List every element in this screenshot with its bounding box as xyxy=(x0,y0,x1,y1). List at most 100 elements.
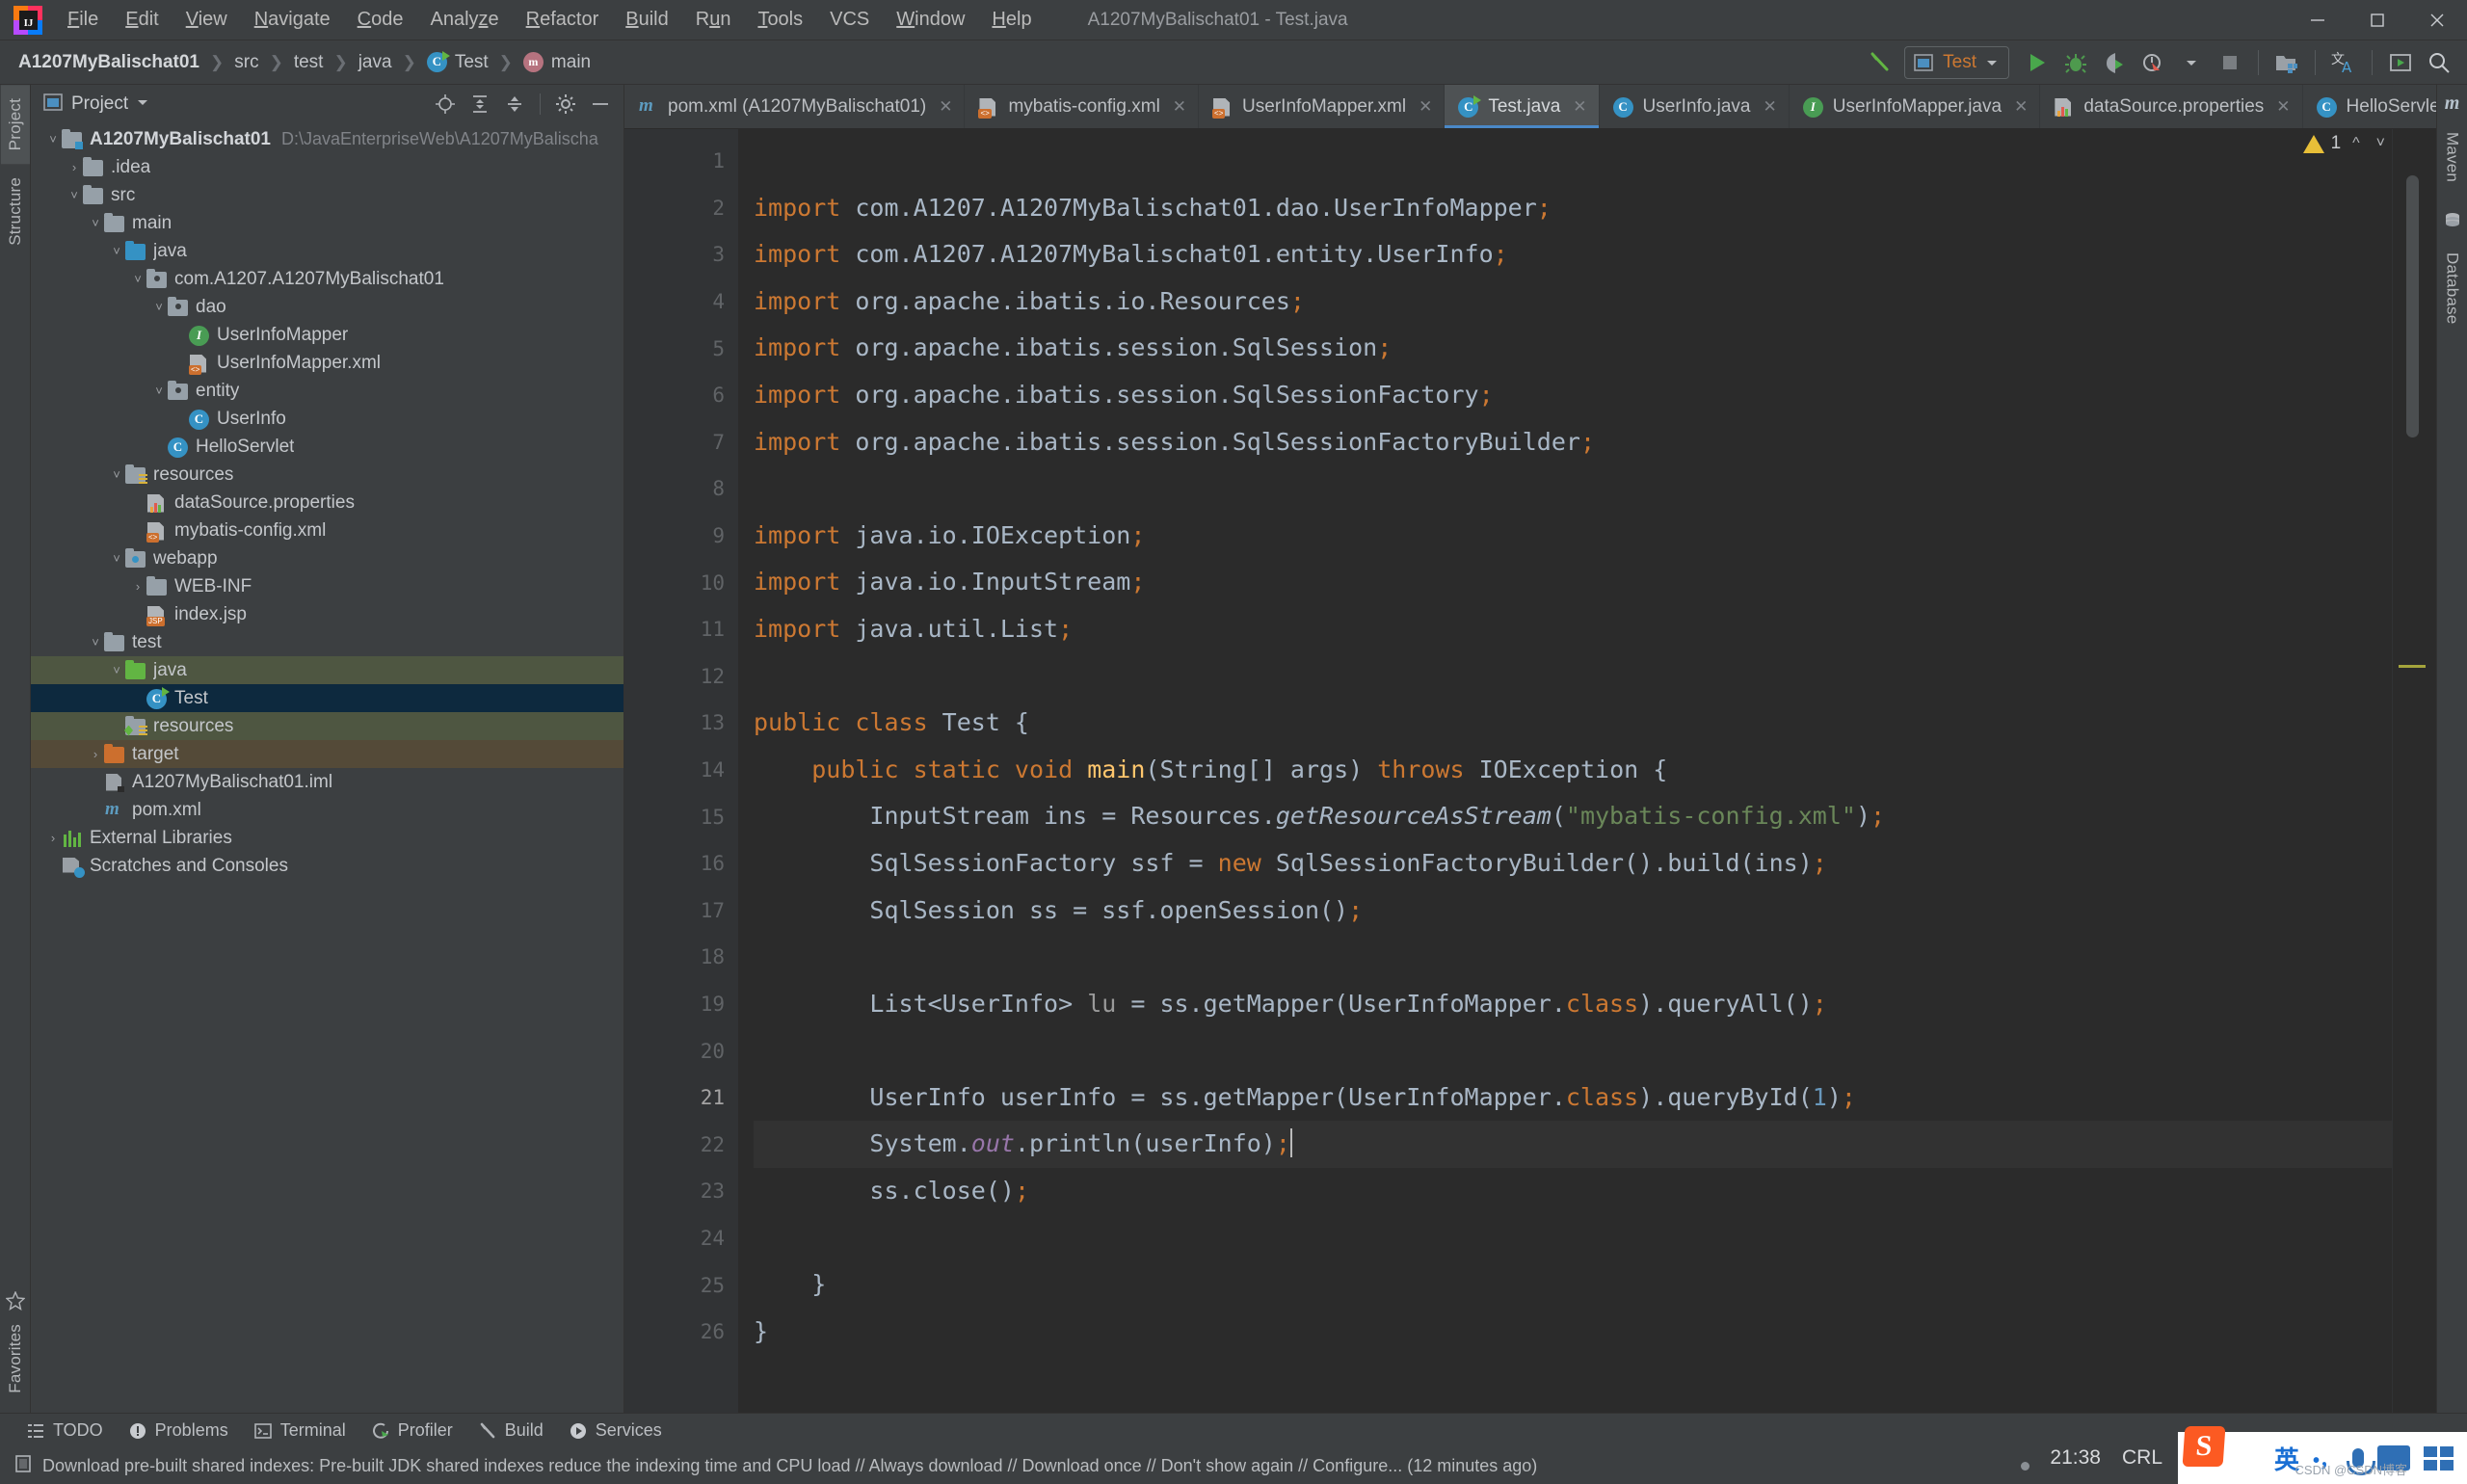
gutter-line[interactable]: 5 xyxy=(624,325,738,372)
tree-expand-arrow-icon[interactable]: ˅ xyxy=(66,189,83,201)
tree-item[interactable]: ˅ test xyxy=(31,628,623,656)
editor-tab[interactable]: <> mybatis-config.xml ✕ xyxy=(965,85,1200,128)
run-button[interactable] xyxy=(2019,44,2056,81)
tool-window-build[interactable]: Build xyxy=(465,1417,556,1444)
tree-expand-arrow-icon[interactable]: ˅ xyxy=(129,273,146,285)
tree-expand-arrow-icon[interactable]: ˅ xyxy=(108,664,125,676)
profile-dropdown-icon[interactable] xyxy=(2173,44,2210,81)
gutter-line[interactable]: 24⊟ xyxy=(624,1215,759,1262)
gutter-line[interactable]: 18 xyxy=(624,934,738,981)
tool-window-todo[interactable]: TODO xyxy=(13,1417,116,1444)
translate-icon[interactable]: 文A xyxy=(2325,44,2362,81)
gutter-line[interactable]: 22 xyxy=(624,1121,738,1168)
menu-view[interactable]: View xyxy=(172,5,241,35)
tree-item[interactable]: I UserInfoMapper xyxy=(31,321,623,349)
tool-window-project[interactable]: Project xyxy=(0,85,30,165)
scrollbar-thumb[interactable] xyxy=(2406,175,2419,437)
minimize-button[interactable] xyxy=(2288,0,2348,40)
tree-item[interactable]: dataSource.properties xyxy=(31,489,623,517)
tree-expand-arrow-icon[interactable]: ˅ xyxy=(108,552,125,565)
breadcrumb-item-test[interactable]: test xyxy=(291,50,327,75)
tree-expand-arrow-icon[interactable]: ˅ xyxy=(150,384,168,397)
gutter-line[interactable]: 10⊟ xyxy=(624,559,759,606)
gutter-line[interactable]: 19 xyxy=(624,981,738,1028)
tree-item[interactable]: › External Libraries xyxy=(31,824,623,852)
close-tab-icon[interactable]: ✕ xyxy=(2014,97,2028,117)
gutter-line[interactable]: 20 xyxy=(624,1027,738,1074)
run-anything-button[interactable] xyxy=(2382,44,2419,81)
close-button[interactable] xyxy=(2407,0,2467,40)
breadcrumb-item-project[interactable]: A1207MyBalischat01 xyxy=(15,50,202,75)
close-tab-icon[interactable]: ✕ xyxy=(1173,97,1186,117)
tree-expand-arrow-icon[interactable]: ˅ xyxy=(108,245,125,257)
gutter-line[interactable]: 8 xyxy=(624,465,738,513)
gutter-line[interactable]: 25 xyxy=(624,1261,738,1309)
tool-window-maven[interactable]: Maven xyxy=(2438,119,2467,196)
gutter-line[interactable]: 9 xyxy=(624,513,738,560)
debug-button[interactable] xyxy=(2057,44,2094,81)
sogou-ime-icon[interactable]: S xyxy=(2182,1426,2226,1467)
tree-item[interactable]: ˅ src xyxy=(31,181,623,209)
source-code[interactable]: import com.A1207.A1207MyBalischat01.dao.… xyxy=(738,138,2392,1413)
gear-icon[interactable] xyxy=(552,91,579,118)
gutter-line[interactable]: 2 xyxy=(624,185,738,232)
tree-item[interactable]: C Test xyxy=(31,684,623,712)
tool-window-database[interactable]: Database xyxy=(2438,239,2467,337)
gutter-line[interactable]: 11 xyxy=(624,606,738,653)
editor-tab[interactable]: dataSource.properties ✕ xyxy=(2040,85,2303,128)
menu-run[interactable]: Run xyxy=(682,5,745,35)
editor-tab[interactable]: <> UserInfoMapper.xml ✕ xyxy=(1199,85,1446,128)
code-area[interactable]: import com.A1207.A1207MyBalischat01.dao.… xyxy=(738,129,2392,1413)
maximize-button[interactable] xyxy=(2348,0,2407,40)
select-opened-file-icon[interactable] xyxy=(432,91,459,118)
menu-build[interactable]: Build xyxy=(612,5,681,35)
tree-item[interactable]: › WEB-INF xyxy=(31,572,623,600)
tree-expand-arrow-icon[interactable]: ˅ xyxy=(44,133,62,146)
menu-vcs[interactable]: VCS xyxy=(816,5,883,35)
close-tab-icon[interactable]: ✕ xyxy=(1419,97,1432,117)
gutter-line[interactable]: 26 xyxy=(624,1309,738,1356)
editor-tab[interactable]: m pom.xml (A1207MyBalischat01) ✕ xyxy=(624,85,966,128)
gutter-line[interactable]: 23 xyxy=(624,1168,738,1215)
tree-expand-arrow-icon[interactable]: › xyxy=(66,161,83,173)
breadcrumb-item-src[interactable]: src xyxy=(231,50,261,75)
collapse-all-icon[interactable] xyxy=(501,91,528,118)
tree-expand-arrow-icon[interactable]: ˅ xyxy=(108,468,125,481)
tree-item[interactable]: ˅ com.A1207.A1207MyBalischat01 xyxy=(31,265,623,293)
build-project-button[interactable] xyxy=(1862,44,1898,81)
editor-tab[interactable]: CHelloServlet˅ xyxy=(2303,85,2436,128)
tree-expand-arrow-icon[interactable]: ˅ xyxy=(87,217,104,229)
editor-tab[interactable]: C Test.java ✕ xyxy=(1445,85,1600,128)
inspection-widget[interactable]: 1 ^ ˅ xyxy=(2302,133,2390,154)
gutter-line[interactable]: 14 xyxy=(624,747,738,794)
tree-expand-arrow-icon[interactable]: › xyxy=(129,580,146,593)
expand-all-icon[interactable] xyxy=(466,91,493,118)
taskbar-clock[interactable]: 21:38 xyxy=(2050,1446,2101,1470)
project-tree[interactable]: ˅ A1207MyBalischat01 D:\JavaEnterpriseWeb\… xyxy=(31,123,623,1413)
tree-item[interactable]: ˅ resources xyxy=(31,461,623,489)
gutter-line[interactable]: 16 xyxy=(624,840,738,888)
tree-item[interactable]: C HelloServlet xyxy=(31,433,623,461)
tool-window-services[interactable]: Services xyxy=(556,1417,675,1444)
tree-item[interactable]: ˅ A1207MyBalischat01 D:\JavaEnterpriseWeb\… xyxy=(31,125,623,153)
tree-expand-arrow-icon[interactable]: › xyxy=(44,832,62,844)
tree-item[interactable]: <> mybatis-config.xml xyxy=(31,517,623,544)
tree-expand-arrow-icon[interactable]: › xyxy=(87,748,104,760)
windows-defender-icon[interactable] xyxy=(2002,1445,2032,1472)
gutter-line[interactable]: 12 xyxy=(624,653,759,701)
close-tab-icon[interactable]: ✕ xyxy=(1764,97,1777,117)
menu-analyze[interactable]: Analyze xyxy=(416,5,512,35)
editor-tab[interactable]: I UserInfoMapper.java ✕ xyxy=(1790,85,2041,128)
menu-navigate[interactable]: Navigate xyxy=(241,5,344,35)
tree-item[interactable]: A1207MyBalischat01.iml xyxy=(31,768,623,796)
tool-window-problems[interactable]: Problems xyxy=(116,1417,241,1444)
tree-item[interactable]: C UserInfo xyxy=(31,405,623,433)
editor-tab-bar[interactable]: m pom.xml (A1207MyBalischat01) ✕ <> mybatis-… xyxy=(624,85,2436,129)
search-everywhere-icon[interactable] xyxy=(2421,44,2457,81)
close-tab-icon[interactable]: ✕ xyxy=(939,97,952,117)
menu-window[interactable]: Window xyxy=(883,5,978,35)
tree-item[interactable]: ˅ webapp xyxy=(31,544,623,572)
close-tab-icon[interactable]: ✕ xyxy=(1573,97,1586,117)
tree-item[interactable]: Scratches and Consoles xyxy=(31,852,623,880)
tree-item[interactable]: m pom.xml xyxy=(31,796,623,824)
